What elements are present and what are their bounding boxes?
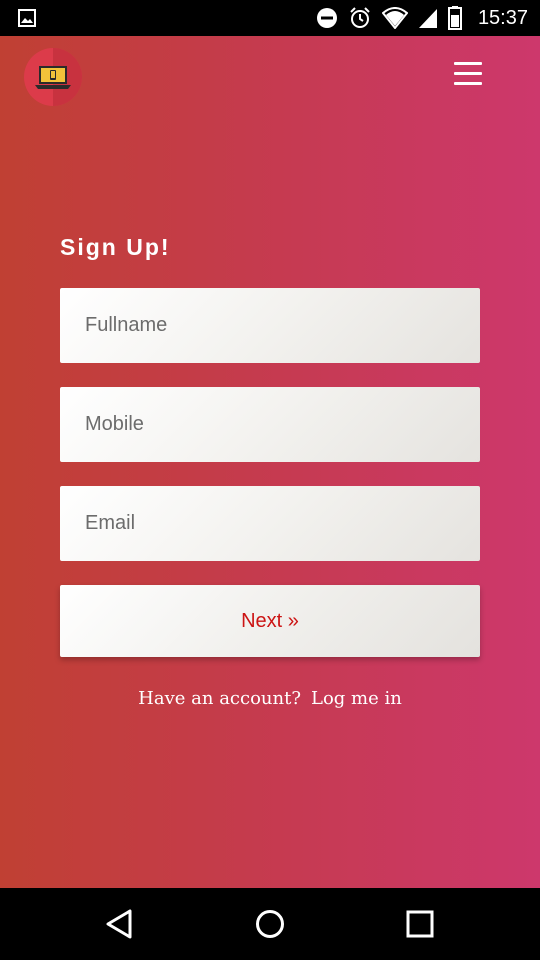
account-prompt: Have an account? Log me in	[0, 688, 540, 709]
status-bar: 15:37	[0, 0, 540, 36]
mobile-input[interactable]	[60, 387, 480, 462]
laptop-icon	[35, 66, 71, 89]
next-button[interactable]: Next »	[60, 585, 480, 657]
page-title: Sign Up!	[60, 234, 171, 260]
do-not-disturb-icon	[316, 8, 337, 28]
alarm-icon	[350, 7, 370, 28]
hamburger-menu-icon[interactable]	[454, 62, 482, 88]
image-icon	[18, 9, 36, 27]
recent-apps-icon[interactable]	[404, 908, 436, 940]
wifi-icon	[381, 7, 408, 29]
status-icons: 15:37	[316, 0, 528, 36]
back-icon[interactable]	[104, 908, 136, 940]
status-time: 15:37	[477, 6, 528, 29]
signup-screen: Sign Up! Next » Have an account? Log me i…	[0, 36, 540, 888]
app-logo[interactable]	[24, 48, 82, 106]
signal-icon	[418, 9, 437, 28]
login-link[interactable]: Log me in	[311, 688, 402, 709]
home-icon[interactable]	[254, 908, 286, 940]
email-input[interactable]	[60, 486, 480, 561]
battery-icon	[447, 6, 462, 30]
fullname-input[interactable]	[60, 288, 480, 363]
have-account-text: Have an account?	[138, 688, 301, 709]
navigation-bar	[0, 888, 540, 960]
